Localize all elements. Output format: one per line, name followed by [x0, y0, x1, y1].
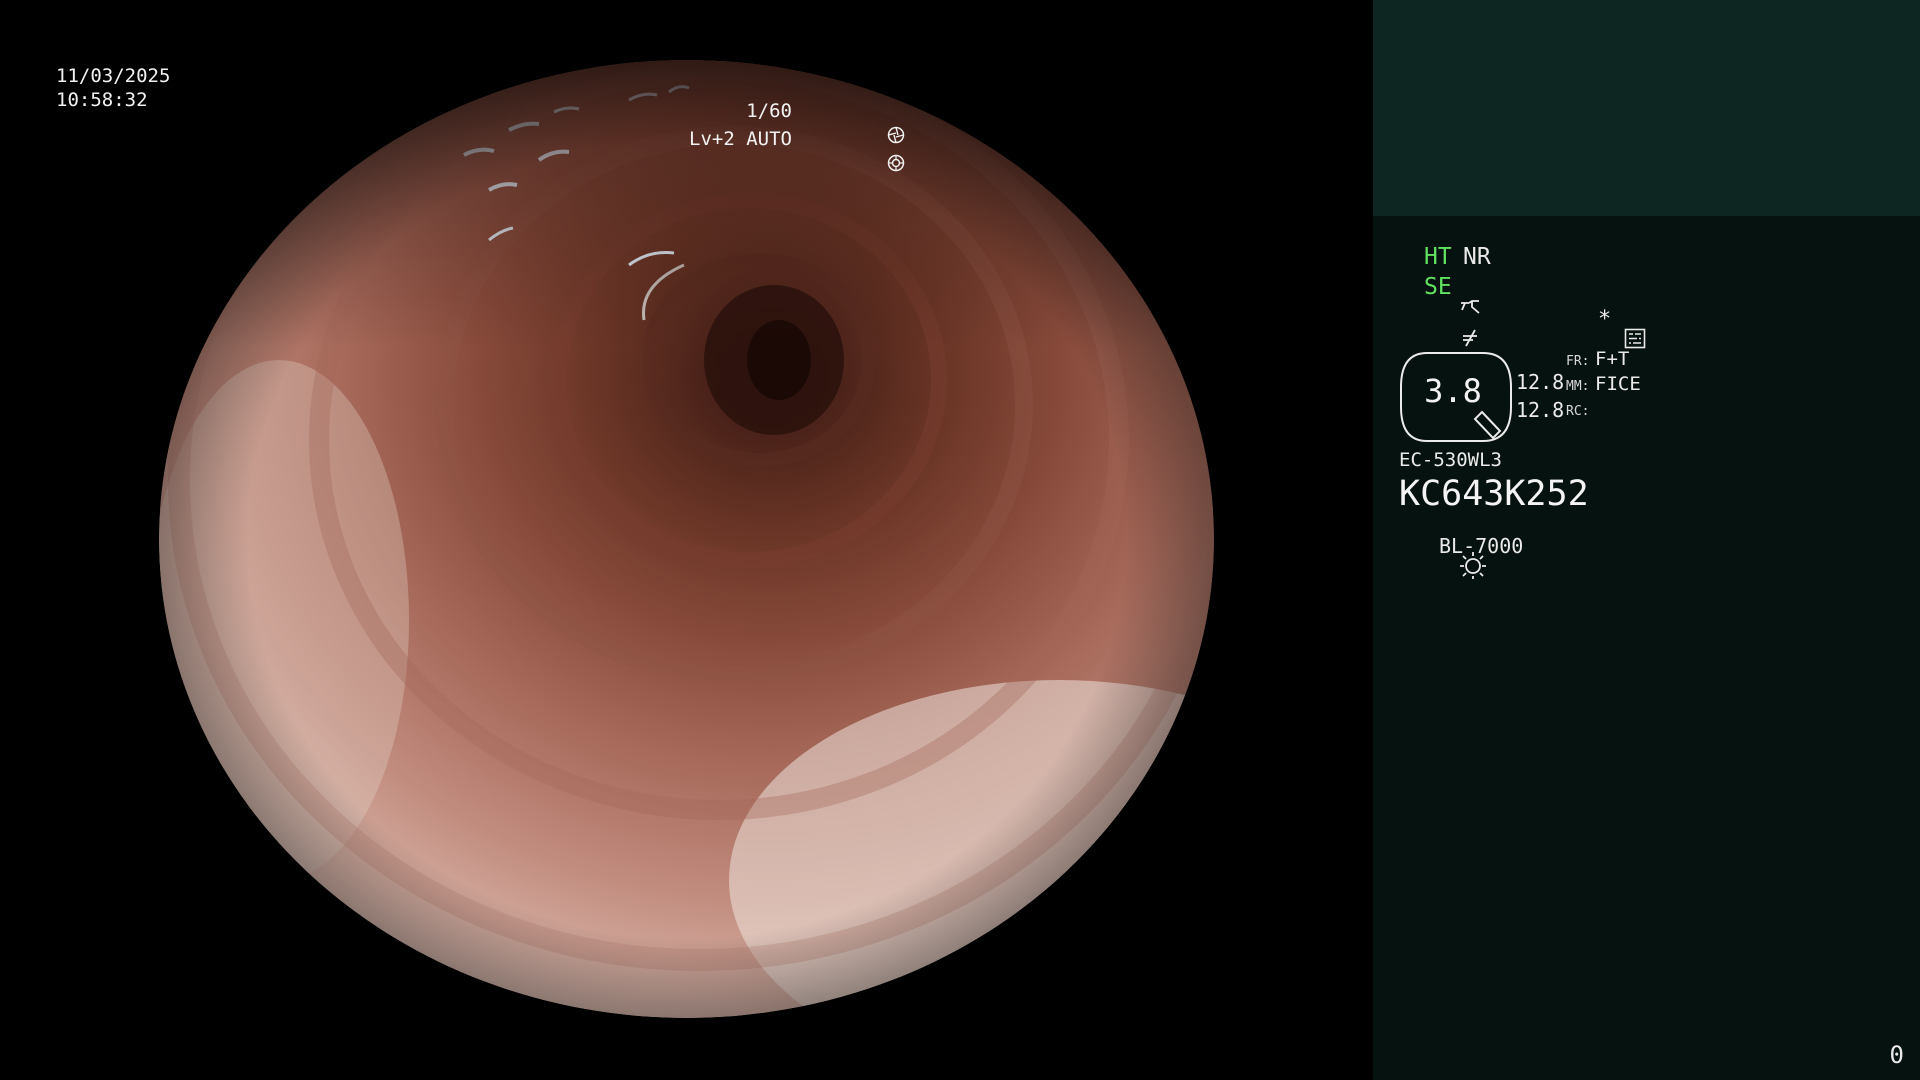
zoom-value: 3.8 — [1424, 372, 1482, 410]
date-readout: 11/03/2025 — [56, 65, 171, 87]
light-source-icon — [1400, 531, 1486, 579]
iris-readout: Lv+2 AUTO — [689, 127, 904, 172]
asterisk-indicator: * — [1598, 307, 1612, 332]
ht-indicator: HT — [1424, 244, 1452, 270]
image-counter: 0 — [1889, 1041, 1904, 1069]
zoom-readout-1: 12.8 — [1516, 370, 1565, 394]
video-area: 11/03/2025 10:58:32 1/60 Lv+2 AUTO — [0, 0, 1373, 1080]
shutter-readout: 1/60 — [746, 99, 904, 144]
structure-enhance-icon — [1401, 278, 1480, 314]
iris-value: Lv+2 AUTO — [689, 128, 792, 150]
mm-key: MM: — [1566, 379, 1590, 394]
endoscope-image — [159, 60, 1214, 1018]
info-panel-header — [1373, 0, 1920, 216]
rc-key: RC: — [1566, 404, 1590, 419]
mm-value: FICE — [1595, 373, 1641, 395]
shutter-value: 1/60 — [746, 100, 792, 122]
endoscopy-screen: 11/03/2025 10:58:32 1/60 Lv+2 AUTO HT NR… — [0, 0, 1920, 1080]
light-source-label: BL-7000 — [1439, 534, 1524, 558]
info-panel: HT NR SE * 3.8 12.8 12.8 FR: F+T MM: FIC… — [1373, 0, 1920, 1080]
nr-indicator: NR — [1463, 244, 1491, 270]
filter-icon — [1403, 308, 1477, 347]
fr-value: F+T — [1595, 348, 1630, 370]
fr-key: FR: — [1566, 354, 1590, 369]
iris-icon — [795, 130, 904, 172]
scope-serial: KC643K252 — [1399, 474, 1589, 514]
shutter-icon — [795, 102, 904, 144]
zoom-readout-2: 12.8 — [1516, 398, 1565, 422]
time-readout: 10:58:32 — [56, 89, 148, 111]
scope-model: EC-530WL3 — [1399, 449, 1502, 471]
se-indicator: SE — [1424, 274, 1452, 300]
settings-icon — [1566, 309, 1646, 349]
